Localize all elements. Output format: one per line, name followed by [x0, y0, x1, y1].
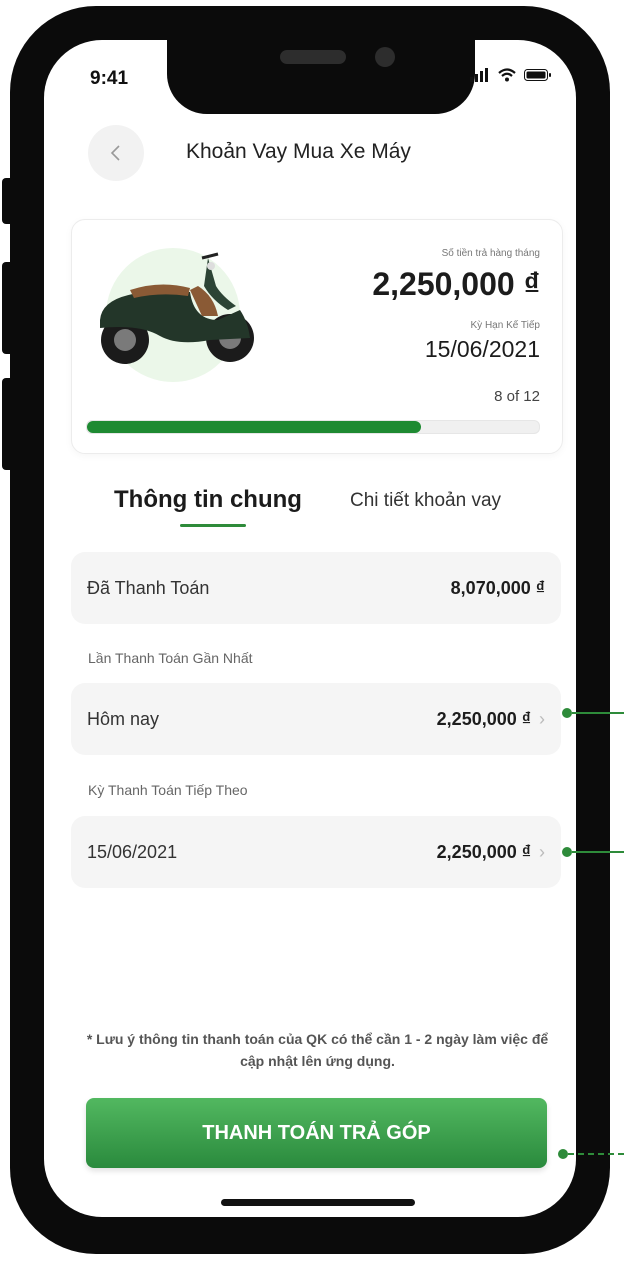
last-payment-row[interactable]: Hôm nay 2,250,000 ₫ › [71, 683, 561, 755]
chevron-right-icon: › [539, 841, 545, 862]
annotation-dashed-line [568, 1153, 624, 1155]
back-button[interactable] [88, 125, 144, 181]
page-title: Khoản Vay Mua Xe Máy [186, 140, 411, 163]
wifi-icon [498, 68, 516, 82]
paid-total-label: Đã Thanh Toán [87, 577, 210, 598]
front-camera [375, 47, 395, 67]
scooter-image [100, 252, 254, 364]
chevron-right-icon: › [539, 708, 545, 729]
paid-total-amount: 8,070,000 ₫ [450, 577, 545, 598]
paid-total-row: Đã Thanh Toán 8,070,000 ₫ [71, 552, 561, 624]
installment-progress-bar [86, 420, 540, 434]
next-payment-section-label: Kỳ Thanh Toán Tiếp Theo [88, 782, 248, 798]
active-tab-indicator [180, 524, 246, 527]
tab-loan-details[interactable]: Chi tiết khoản vay [350, 490, 501, 512]
next-term-label: Kỳ Hạn Kế Tiếp [470, 320, 540, 331]
pay-installment-button[interactable]: THANH TOÁN TRẢ GÓP [86, 1098, 547, 1168]
monthly-amount: 2,250,000 ₫ [372, 266, 540, 302]
signal-icon [470, 68, 488, 82]
phone-mockup: 9:41 Khoản Vay Mua Xe Máy Số tiền trả hà… [0, 0, 624, 1261]
progress-fill [87, 421, 422, 433]
annotation-line [572, 851, 624, 853]
chevron-left-icon [110, 145, 120, 161]
annotation-line [572, 712, 624, 714]
next-payment-row[interactable]: 15/06/2021 2,250,000 ₫ › [71, 816, 561, 888]
payment-note: * Lưu ý thông tin thanh toán của QK có t… [86, 1031, 549, 1069]
last-payment-section-label: Lần Thanh Toán Gần Nhất [88, 650, 253, 666]
status-time: 9:41 [90, 68, 129, 89]
speaker [280, 50, 346, 64]
tab-general-info[interactable]: Thông tin chung [114, 486, 302, 514]
last-payment-amount: 2,250,000 ₫ [436, 708, 531, 729]
next-payment-label: 15/06/2021 [87, 841, 178, 862]
home-indicator [221, 1199, 415, 1206]
battery-icon [524, 69, 551, 81]
last-payment-label: Hôm nay [87, 708, 160, 729]
progress-count: 8 of 12 [494, 388, 540, 405]
monthly-amount-label: Số tiền trả hàng tháng [441, 248, 540, 259]
next-term-date: 15/06/2021 [424, 336, 540, 362]
next-payment-amount: 2,250,000 ₫ [436, 841, 531, 862]
status-icons [470, 68, 552, 82]
